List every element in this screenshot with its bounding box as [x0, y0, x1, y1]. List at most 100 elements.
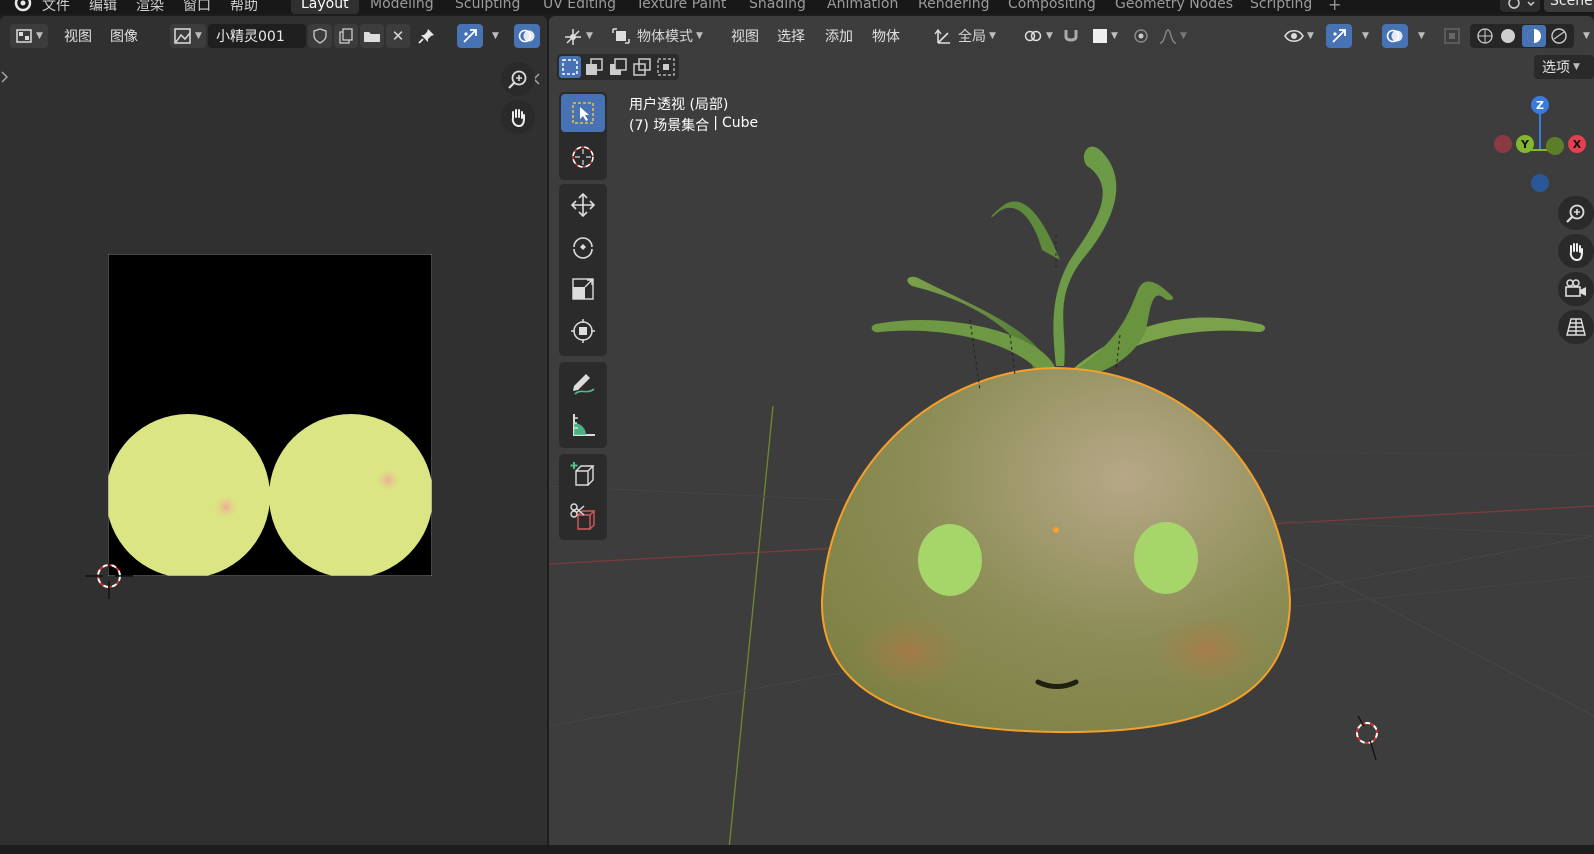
show-gizmo-button[interactable] — [1326, 24, 1352, 48]
snap-arrows-icon — [463, 29, 477, 43]
pin-button[interactable] — [414, 24, 440, 48]
image-editor-menu-view[interactable]: 视图 — [64, 26, 92, 46]
menu-edit[interactable]: 编辑 — [89, 0, 117, 14]
camera-view-button[interactable] — [1558, 272, 1594, 306]
editor-type-button[interactable]: ▼ — [10, 24, 48, 48]
overlay-toggle-button[interactable] — [514, 24, 540, 48]
browse-image-button[interactable]: ▼ — [170, 24, 206, 48]
sprout-leaves — [871, 146, 1266, 376]
tab-scripting[interactable]: Scripting — [1240, 0, 1322, 14]
tool-add-cube[interactable] — [561, 456, 605, 494]
blob-character-model[interactable] — [820, 130, 1320, 750]
select-cursor-icon — [572, 102, 594, 124]
gizmo-neg-x-axis[interactable] — [1494, 135, 1512, 153]
shading-dropdown[interactable]: ▼ — [1576, 24, 1594, 48]
toolbar-expand-arrow-icon[interactable] — [0, 70, 10, 84]
select-subtract-icon[interactable] — [607, 56, 629, 78]
pivot-point-selector[interactable]: ▼ — [1014, 24, 1062, 48]
tool-cursor[interactable] — [561, 138, 605, 176]
viewport-menu-object[interactable]: 物体 — [872, 26, 900, 46]
solid-shading-icon[interactable] — [1498, 26, 1518, 46]
proportional-falloff-selector[interactable]: ▼ — [1155, 24, 1191, 48]
menu-help[interactable]: 帮助 — [230, 0, 258, 14]
scene-selector-button[interactable] — [1500, 0, 1540, 12]
fake-user-button[interactable] — [308, 24, 332, 48]
menu-render[interactable]: 渲染 — [136, 0, 164, 14]
gizmo-dropdown[interactable]: ▼ — [1354, 24, 1374, 48]
options-dropdown[interactable]: 选项 ▼ — [1534, 55, 1594, 79]
scene-name-field[interactable]: Scene — [1544, 0, 1594, 12]
viewport-menu-add[interactable]: 添加 — [825, 26, 853, 46]
viewport-zoom-button[interactable] — [1558, 196, 1594, 230]
open-image-button[interactable] — [360, 24, 384, 48]
new-image-button[interactable] — [334, 24, 358, 48]
close-icon: ✕ — [391, 27, 405, 45]
top-menubar: 文件 编辑 渲染 窗口 帮助 Layout Modeling Sculpting… — [0, 0, 1594, 14]
menu-file[interactable]: 文件 — [42, 0, 70, 14]
viewport-perspective-label: 用户透视 (局部) — [629, 97, 729, 113]
image-editor-menu-image[interactable]: 图像 — [110, 26, 138, 46]
select-intersect-icon[interactable] — [655, 56, 677, 78]
separator-label: | — [713, 115, 718, 131]
tool-rotate[interactable] — [561, 228, 605, 266]
rendered-shading-icon[interactable] — [1549, 26, 1569, 46]
blender-logo-icon[interactable] — [12, 0, 34, 12]
hand-icon — [511, 109, 525, 128]
material-preview-shading-icon[interactable] — [1521, 25, 1546, 47]
zoom-icon — [508, 70, 527, 89]
overlay-icon — [1386, 29, 1403, 43]
select-invert-icon[interactable] — [631, 56, 653, 78]
tab-shading[interactable]: Shading — [739, 0, 816, 14]
snap-target-selector[interactable]: ▼ — [1085, 24, 1125, 48]
transform-orientation-label: 全局 — [958, 29, 986, 45]
viewport-overlay-button[interactable] — [1382, 24, 1408, 48]
tool-measure[interactable] — [561, 406, 605, 444]
select-new-button[interactable] — [559, 56, 581, 78]
mode-selector[interactable]: 物体模式 ▼ — [607, 24, 715, 48]
gizmo-neg-z-axis[interactable] — [1531, 174, 1549, 192]
viewport-menu-view[interactable]: 视图 — [731, 26, 759, 46]
gizmo-neg-y-axis[interactable] — [1546, 137, 1564, 155]
proportional-editing-button[interactable] — [1129, 24, 1153, 48]
menu-window[interactable]: 窗口 — [183, 0, 211, 14]
3d-cursor-icon — [572, 146, 594, 168]
tab-compositing[interactable]: Compositing — [998, 0, 1106, 14]
tool-move[interactable] — [561, 186, 605, 224]
tab-geometry-nodes[interactable]: Geometry Nodes — [1105, 0, 1243, 14]
tab-layout[interactable]: Layout — [291, 0, 359, 14]
navigation-gizmo[interactable]: Z Y X — [1487, 92, 1594, 200]
tab-modeling[interactable]: Modeling — [360, 0, 444, 14]
tool-scale[interactable] — [561, 270, 605, 308]
viewport-editor-type-button[interactable]: ▼ — [559, 24, 597, 48]
tool-transform[interactable] — [561, 312, 605, 350]
viewport-menu-select[interactable]: 选择 — [777, 26, 805, 46]
tab-uv-editing[interactable]: UV Editing — [533, 0, 626, 14]
unlink-image-button[interactable]: ✕ — [386, 24, 410, 48]
image-name-field[interactable]: 小精灵001 — [208, 24, 306, 48]
add-workspace-button[interactable]: + — [1328, 0, 1341, 14]
viewport-3d-cursor-icon[interactable] — [1352, 716, 1382, 764]
xray-toggle-button[interactable] — [1440, 24, 1464, 48]
tab-texture-paint[interactable]: Texture Paint — [626, 0, 736, 14]
visibility-selector[interactable]: ▼ — [1278, 24, 1320, 48]
transform-orientation-selector[interactable]: 全局 ▼ — [930, 24, 1006, 48]
select-extend-icon[interactable] — [583, 56, 605, 78]
image-zoom-button[interactable] — [501, 62, 535, 96]
viewport-pan-button[interactable] — [1558, 234, 1594, 268]
2d-cursor-icon[interactable] — [83, 561, 135, 601]
tool-knife[interactable] — [561, 498, 605, 536]
overlay-dropdown[interactable]: ▼ — [1410, 24, 1430, 48]
tool-select-box[interactable] — [561, 94, 605, 132]
tab-animation[interactable]: Animation — [817, 0, 908, 14]
tab-sculpting[interactable]: Sculpting — [445, 0, 530, 14]
uv-sync-dropdown[interactable]: ▼ — [484, 24, 504, 48]
wireframe-shading-icon[interactable] — [1475, 26, 1495, 46]
uv-sync-selection-button[interactable] — [457, 24, 483, 48]
shading-mode-group — [1470, 24, 1574, 48]
tool-annotate[interactable] — [561, 364, 605, 402]
snap-toggle-button[interactable] — [1059, 24, 1083, 48]
toolbar-group-transform — [559, 184, 607, 356]
image-pan-button[interactable] — [501, 100, 535, 134]
perspective-toggle-button[interactable] — [1558, 310, 1594, 344]
tab-rendering[interactable]: Rendering — [908, 0, 1000, 14]
